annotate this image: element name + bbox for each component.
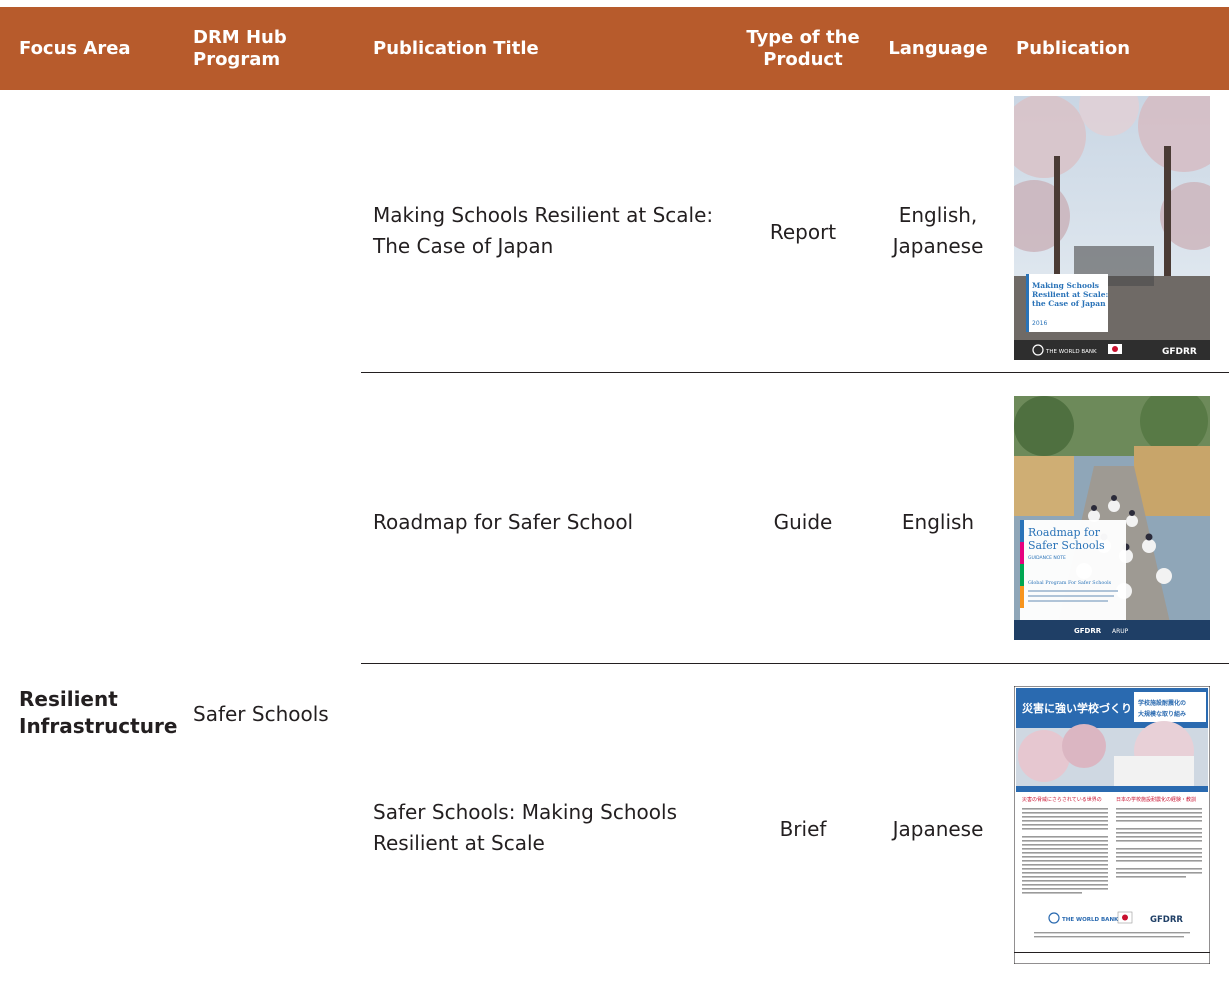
focus-area-cell: Resilient Infrastructure bbox=[19, 687, 178, 738]
row-2-cover-partner2: ARUP bbox=[1112, 628, 1129, 635]
row-2-cover-subtitle: GUIDANCE NOTE bbox=[1028, 555, 1066, 561]
svg-text:Resilient at Scale:: Resilient at Scale: bbox=[1032, 290, 1108, 299]
row-3-cover-subtitle: 学校施設耐震化の bbox=[1138, 699, 1186, 707]
row-1-type: Report bbox=[769, 219, 837, 244]
program-cell: Safer Schools bbox=[193, 701, 329, 726]
row-2-language: English bbox=[901, 509, 975, 534]
svg-text:災害の脅威にさらされている世界の: 災害の脅威にさらされている世界の bbox=[1022, 796, 1102, 803]
row-divider-2 bbox=[361, 663, 1229, 664]
row-1-language: English, Japanese bbox=[892, 203, 984, 258]
row-3-language: Japanese bbox=[892, 816, 984, 841]
row-1-cover-partner: GFDRR bbox=[1162, 347, 1197, 357]
row-1-cover: Making Schools Resilient at Scale: the C… bbox=[1014, 96, 1210, 360]
header-drm-hub-program: DRM Hub Program bbox=[193, 26, 287, 70]
row-1-title: Making Schools Resilient at Scale: The C… bbox=[373, 203, 714, 258]
row-2-title: Roadmap for Safer School bbox=[373, 509, 634, 534]
row-2-cover-program: Global Program For Safer Schools bbox=[1028, 580, 1112, 586]
header-focus-area: Focus Area bbox=[19, 37, 131, 59]
row-3-cover-partner: GFDRR bbox=[1150, 915, 1183, 925]
row-2-cover-partner: GFDRR bbox=[1074, 627, 1102, 635]
row-2-cover: Roadmap for Safer Schools GUIDANCE NOTE … bbox=[1014, 396, 1210, 640]
header-language: Language bbox=[888, 37, 988, 59]
row-2-cover-title: Roadmap for bbox=[1028, 526, 1101, 539]
row-3-type: Brief bbox=[779, 816, 827, 841]
svg-text:大規模な取り組み: 大規模な取り組み bbox=[1138, 710, 1186, 718]
row-3-cover-title: 災害に強い学校づくり bbox=[1021, 701, 1132, 715]
row-2-type: Guide bbox=[773, 509, 833, 534]
svg-text:the Case of Japan: the Case of Japan bbox=[1032, 299, 1106, 308]
header-publication: Publication bbox=[1016, 37, 1131, 59]
svg-text:日本の学校施設耐震化の経験・教訓: 日本の学校施設耐震化の経験・教訓 bbox=[1116, 796, 1196, 803]
row-3-title: Safer Schools: Making Schools Resilient … bbox=[373, 800, 677, 855]
row-3-cover-publisher: THE WORLD BANK bbox=[1062, 917, 1119, 923]
header-publication-title: Publication Title bbox=[373, 37, 539, 59]
row-divider-1 bbox=[361, 372, 1229, 373]
header-type-of-product: Type of the Product bbox=[746, 26, 860, 70]
svg-text:Safer Schools: Safer Schools bbox=[1028, 539, 1105, 552]
row-3-cover: 災害に強い学校づくり 学校施設耐震化の 大規模な取り組み 災害の脅威にさらされて… bbox=[1014, 686, 1210, 964]
row-1-cover-title: Making Schools bbox=[1032, 281, 1099, 290]
row-1-cover-year: 2016 bbox=[1032, 320, 1047, 327]
table-header: Focus Area DRM Hub Program Publication T… bbox=[0, 7, 1229, 90]
row-1-cover-publisher: THE WORLD BANK bbox=[1045, 349, 1097, 355]
